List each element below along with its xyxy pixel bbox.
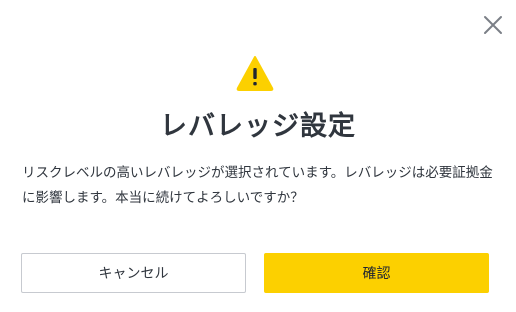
leverage-confirm-dialog: レバレッジ設定 リスクレベルの高いレバレッジが選択されています。レバレッジは必要…	[0, 0, 516, 312]
cancel-button[interactable]: キャンセル	[21, 253, 246, 293]
dialog-title: レバレッジ設定	[160, 111, 356, 142]
confirm-button-label: 確認	[362, 266, 391, 282]
dialog-message: リスクレベルの高いレバレッジが選択されています。レバレッジは必要証拠金に影響しま…	[22, 165, 493, 206]
warning-triangle-icon	[236, 56, 274, 91]
close-button[interactable]	[481, 13, 505, 37]
confirm-button[interactable]: 確認	[264, 253, 489, 293]
cancel-button-label: キャンセル	[98, 266, 169, 282]
close-icon	[484, 16, 502, 34]
